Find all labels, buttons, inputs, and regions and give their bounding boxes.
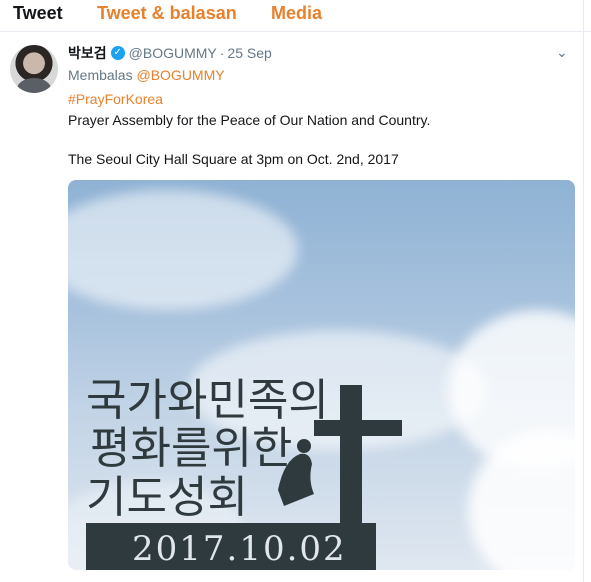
tweet-text-line-2: The Seoul City Hall Square at 3pm on Oct… — [68, 151, 399, 167]
avatar-shirt — [17, 78, 51, 93]
prayer-sign-graphic: 국가와민족의 평화를위한 기도성회 2017.10.02 — [86, 375, 402, 570]
timeline-border — [583, 0, 584, 582]
verified-icon: ✓ — [110, 46, 125, 60]
tweet-header: 박보검 ✓ @BOGUMMY · 25 Sep — [68, 43, 272, 63]
tab-tweets-and-replies[interactable]: Tweet & balasan — [97, 3, 237, 24]
avatar[interactable] — [10, 45, 58, 93]
profile-tabs: Tweet Tweet & balasan Media — [0, 0, 591, 32]
chevron-down-icon[interactable]: ⌄ — [556, 44, 568, 61]
sign-text-line-1: 국가와민족의 — [86, 375, 329, 426]
tab-media[interactable]: Media — [271, 3, 322, 24]
sign-date: 2017.10.02 — [132, 529, 347, 569]
tab-tweets[interactable]: Tweet — [13, 3, 63, 24]
sign-text-line-2: 평화를위한 — [90, 423, 292, 474]
praying-figure-head — [297, 439, 311, 453]
tweet-photo[interactable]: 국가와민족의 평화를위한 기도성회 2017.10.02 — [68, 180, 575, 570]
reply-context: Membalas @BOGUMMY — [68, 67, 225, 83]
cross-vertical — [340, 385, 362, 540]
tweet-timestamp[interactable]: 25 Sep — [227, 45, 271, 61]
user-handle[interactable]: @BOGUMMY — [129, 45, 217, 61]
display-name[interactable]: 박보검 — [68, 43, 107, 63]
sign-text-line-3: 기도성회 — [86, 472, 248, 523]
reply-mention-link[interactable]: @BOGUMMY — [136, 67, 224, 83]
separator-dot: · — [219, 45, 225, 61]
hashtag-link[interactable]: #PrayForKorea — [68, 91, 163, 107]
reply-prefix: Membalas — [68, 67, 133, 83]
tweet-text-line-1: Prayer Assembly for the Peace of Our Nat… — [68, 112, 431, 128]
